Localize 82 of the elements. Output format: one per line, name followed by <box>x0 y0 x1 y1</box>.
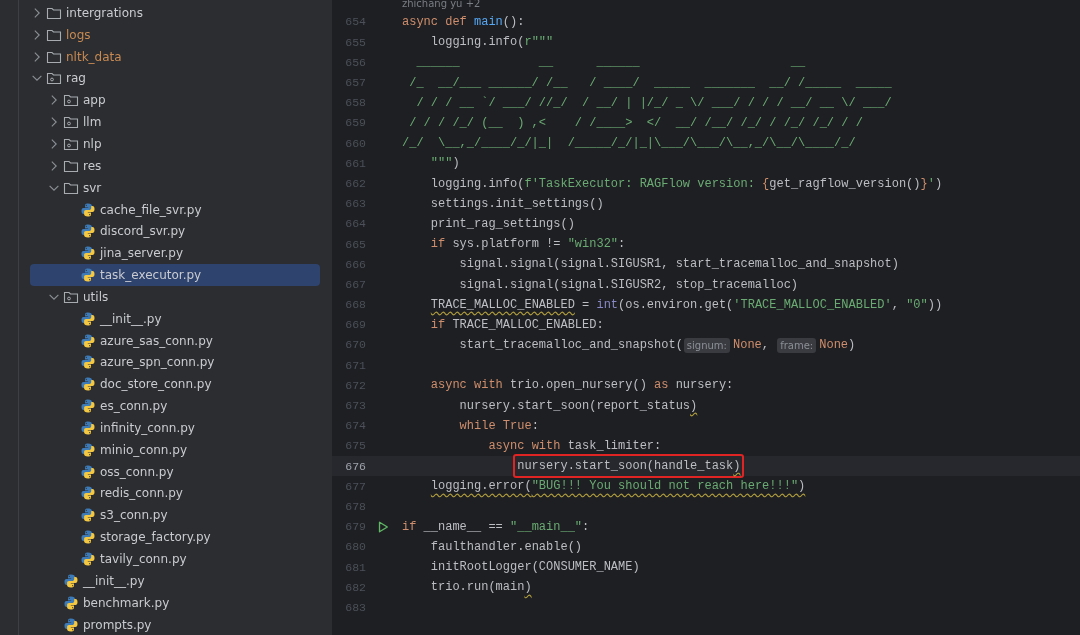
code-line: async with task_limiter: <box>488 438 662 456</box>
parameter-hint: frame: <box>777 337 817 353</box>
tree-item[interactable]: __init__.py <box>30 307 320 330</box>
python-file-icon <box>80 529 96 546</box>
python-file-icon <box>80 463 96 480</box>
run-icon[interactable] <box>376 519 390 534</box>
code-line: while True: <box>459 417 539 435</box>
package-folder-icon <box>63 92 79 109</box>
tree-item[interactable]: benchmark.py <box>30 591 320 614</box>
code-line: faulthandler.enable() <box>430 538 583 556</box>
tree-item[interactable]: __init__.py <box>30 569 320 592</box>
code-line: /_ __/___ ______/ /__ / ____/ _____ _______ __/ /_____ _____ <box>409 74 892 92</box>
tree-item[interactable]: nlp <box>30 133 320 155</box>
code-line: if __name__ == "__main__": <box>402 518 590 536</box>
package-folder-icon <box>63 136 79 152</box>
tree-item[interactable]: prompts.py <box>30 613 320 635</box>
tree-item[interactable]: app <box>30 89 320 112</box>
code-line: logging.info(r""" <box>430 34 554 52</box>
python-file-icon <box>80 398 96 415</box>
python-file-icon <box>80 332 96 349</box>
code-line: / / / __ `/ ___/ //_/ / __/ | |/_/ _ \/ ___/ / / / __/ __ \/ ___/ <box>416 94 892 112</box>
code-line: settings.init_settings() <box>430 195 604 213</box>
parameter-hint: signum: <box>683 337 730 353</box>
code-line: signal.signal(signal.SIGUSR2, stop_tracemalloc) <box>459 276 799 294</box>
code-line: if sys.platform != "win32": <box>430 236 626 254</box>
line-number: 676 <box>344 458 366 475</box>
python-file-icon <box>80 245 96 262</box>
code-line: async def main(): <box>402 14 525 32</box>
code-line: initRootLogger(CONSUMER_NAME) <box>430 559 640 577</box>
tree-item[interactable]: storage_factory.py <box>30 526 320 549</box>
tree-item[interactable]: es_conn.py <box>30 395 320 418</box>
code-line: signal.signal(signal.SIGUSR1, start_tracemalloc_and_snapshot) <box>459 256 899 274</box>
python-file-icon <box>80 223 96 240</box>
python-file-icon <box>80 310 96 327</box>
tree-item[interactable]: utils <box>30 285 320 308</box>
tree-item[interactable]: minio_conn.py <box>30 438 320 461</box>
tree-item[interactable]: svr <box>30 176 320 199</box>
python-file-icon <box>80 267 96 284</box>
tree-item[interactable]: discord_svr.py <box>30 220 320 243</box>
code-line: start_tracemalloc_and_snapshot( signum: None, frame: None) <box>459 336 856 355</box>
code-line: async with trio.open_nursery() as nursery: <box>430 377 734 395</box>
tree-item[interactable]: llm <box>30 111 320 134</box>
tree-item[interactable]: cache_file_svr.py <box>30 198 320 221</box>
code-line: if TRACE_MALLOC_ENABLED: <box>430 316 604 334</box>
code-line: print_rag_settings() <box>430 215 575 233</box>
tree-item[interactable]: logs <box>30 23 320 46</box>
tree-item[interactable]: nltk_data <box>30 45 320 68</box>
tree-item[interactable]: s3_conn.py <box>30 504 320 527</box>
python-file-icon <box>80 551 96 567</box>
python-file-icon <box>80 201 96 218</box>
python-file-icon <box>80 419 96 436</box>
tree-item[interactable]: azure_spn_conn.py <box>30 351 320 374</box>
python-file-icon <box>63 594 79 611</box>
tree-item[interactable]: task_executor.py <box>30 264 320 286</box>
tree-item[interactable]: jina_server.py <box>30 242 320 265</box>
tree-item[interactable]: doc_store_conn.py <box>30 373 320 396</box>
python-file-icon <box>80 485 96 502</box>
tree-item[interactable]: azure_sas_conn.py <box>30 329 320 352</box>
python-file-icon <box>80 507 96 524</box>
python-file-icon <box>80 441 96 458</box>
code-line: """) <box>430 155 460 173</box>
highlighted-code: nursery.start_soon(handle_task) <box>513 454 745 479</box>
code-line: TRACE_MALLOC_ENABLED = int(os.environ.get('TRACE_MALLOC_ENABLED', "0")) <box>430 296 943 314</box>
tree-item[interactable]: infinity_conn.py <box>30 417 320 439</box>
code-line: /_/ \__,_/____/_/|_| /_____/_/|_|\___/\___/\__,_/\__/\____/_/ <box>402 135 856 153</box>
code-line: ______ __ ______ __ <box>416 54 806 72</box>
package-folder-icon <box>63 114 79 131</box>
tree-item[interactable]: res <box>30 154 320 177</box>
python-file-icon <box>80 376 96 393</box>
tree-item[interactable]: intergrations <box>30 2 320 24</box>
code-line: logging.error("BUG!!! You should not reach here!!!") <box>430 478 806 496</box>
python-file-icon <box>63 572 79 589</box>
package-folder-icon <box>46 70 62 87</box>
tree-item[interactable]: redis_conn.py <box>30 482 320 505</box>
tree-item[interactable]: oss_conn.py <box>30 460 320 483</box>
python-file-icon <box>80 354 96 371</box>
code-line: / / / /_/ (__ ) ,< / /____> </ __/ /__/ /_/ / /_/ /_/ / / <box>409 115 863 133</box>
code-line: logging.info(f'TaskExecutor: RAGFlow version: {get_ragflow_version()}') <box>430 175 943 193</box>
code-line: trio.run(main) <box>430 579 532 597</box>
code-line: nursery.start_soon(report_status) <box>459 397 698 415</box>
tree-item[interactable]: tavily_conn.py <box>30 548 320 570</box>
tree-item[interactable]: rag <box>30 67 320 90</box>
